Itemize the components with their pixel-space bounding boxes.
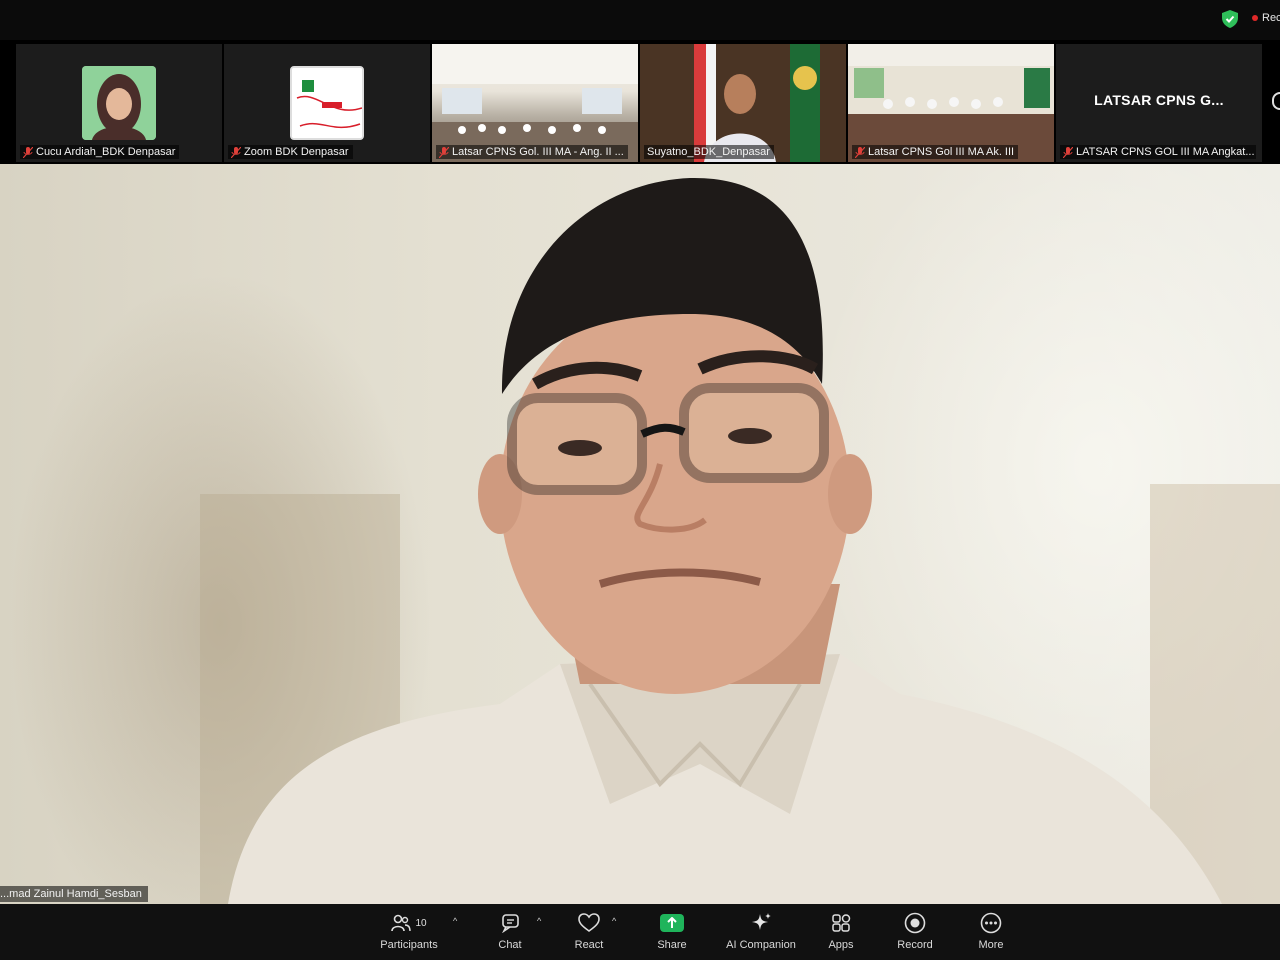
- participants-label: Participants: [380, 939, 438, 951]
- participants-caret-icon[interactable]: ^: [453, 916, 457, 926]
- mic-muted-icon: [1063, 146, 1073, 158]
- security-shield-icon[interactable]: [1222, 10, 1238, 28]
- next-page-arrow-icon[interactable]: [1272, 92, 1280, 110]
- meeting-toolbar: 10 Participants ^ Chat ^ React ^ Share A…: [0, 904, 1280, 960]
- heart-icon: [578, 913, 600, 932]
- participants-icon: [391, 914, 412, 932]
- participant-strip: Cucu Ardiah_BDK Denpasar Zoom BDK Denpas…: [16, 44, 1266, 162]
- participant-tile[interactable]: Cucu Ardiah_BDK Denpasar: [16, 44, 222, 162]
- participants-button[interactable]: 10 Participants: [378, 910, 440, 956]
- participant-display-name: LATSAR CPNS G...: [1094, 92, 1224, 108]
- apps-label: Apps: [828, 939, 854, 951]
- more-label: More: [978, 939, 1004, 951]
- react-caret-icon[interactable]: ^: [612, 916, 616, 926]
- participant-caption: Latsar CPNS Gol III MA Ak. III: [852, 145, 1019, 159]
- more-button[interactable]: More: [972, 910, 1010, 956]
- participant-tile[interactable]: Suyatno_BDK_Denpasar: [640, 44, 846, 162]
- chat-button[interactable]: Chat: [490, 910, 530, 956]
- record-label: Record: [897, 939, 933, 951]
- participant-tile[interactable]: Latsar CPNS Gol. III MA - Ang. II ...: [432, 44, 638, 162]
- record-button[interactable]: Record: [894, 910, 936, 956]
- ai-companion-button[interactable]: AI Companion: [722, 910, 800, 956]
- meeting-top-bar: Rec: [0, 0, 1280, 40]
- mic-muted-icon: [231, 146, 241, 158]
- participant-tile[interactable]: LATSAR CPNS G... LATSAR CPNS GOL III MA …: [1056, 44, 1262, 162]
- participant-tile[interactable]: Latsar CPNS Gol III MA Ak. III: [848, 44, 1054, 162]
- share-button[interactable]: Share: [652, 910, 692, 956]
- mic-muted-icon: [23, 146, 33, 158]
- participants-count: 10: [415, 917, 427, 929]
- apps-icon: [832, 914, 851, 932]
- share-label: Share: [657, 939, 687, 951]
- apps-button[interactable]: Apps: [822, 910, 860, 956]
- active-speaker-caption: ...mad Zainul Hamdi_Sesban: [0, 886, 148, 902]
- recording-indicator[interactable]: Rec: [1252, 12, 1280, 24]
- more-dots-icon: [980, 912, 1002, 934]
- record-icon: [904, 912, 926, 934]
- ai-companion-label: AI Companion: [726, 939, 796, 951]
- mic-muted-icon: [439, 146, 449, 158]
- chat-caret-icon[interactable]: ^: [537, 916, 541, 926]
- participant-logo: [290, 66, 364, 140]
- participant-caption: LATSAR CPNS GOL III MA Angkat...: [1060, 145, 1256, 159]
- participant-caption: Suyatno_BDK_Denpasar: [644, 145, 774, 159]
- participant-photo: [82, 66, 156, 140]
- react-label: React: [574, 939, 604, 951]
- active-speaker-video: [0, 164, 1280, 904]
- participant-tile[interactable]: Zoom BDK Denpasar: [224, 44, 430, 162]
- participant-caption: Cucu Ardiah_BDK Denpasar: [20, 145, 180, 159]
- recording-label: Rec: [1262, 12, 1280, 24]
- sparkle-icon: [752, 913, 771, 930]
- chat-label: Chat: [498, 939, 522, 951]
- chat-icon: [502, 914, 519, 933]
- share-screen-icon: [660, 914, 684, 932]
- participant-caption: Zoom BDK Denpasar: [228, 145, 353, 159]
- participant-caption: Latsar CPNS Gol. III MA - Ang. II ...: [436, 145, 628, 159]
- speaker-figure: [200, 177, 1280, 904]
- react-button[interactable]: React: [568, 910, 610, 956]
- recording-dot-icon: [1252, 15, 1258, 21]
- mic-muted-icon: [855, 146, 865, 158]
